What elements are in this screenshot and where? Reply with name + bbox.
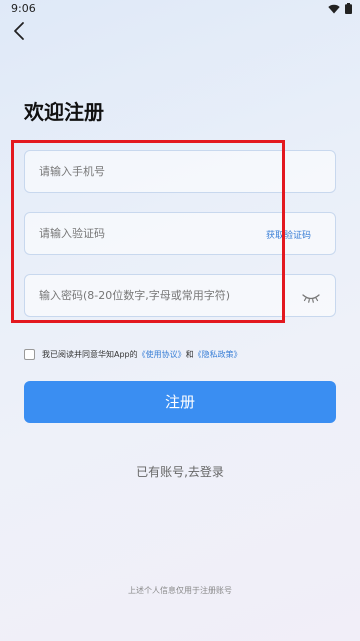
phone-field (24, 150, 336, 193)
privacy-link[interactable]: 《隐私政策》 (194, 349, 242, 360)
login-link[interactable]: 已有账号,去登录 (0, 463, 360, 480)
password-visibility-toggle[interactable] (301, 289, 321, 303)
status-bar: 9:06 (0, 0, 360, 18)
status-time: 9:06 (11, 2, 36, 15)
get-code-button[interactable]: 获取验证码 (266, 228, 311, 241)
password-field (24, 274, 336, 317)
agreement-prefix: 我已阅读并同意华知App的 (42, 350, 138, 359)
password-input[interactable] (25, 275, 335, 316)
phone-input[interactable] (25, 151, 335, 192)
footer-note: 上述个人信息仅用于注册账号 (128, 586, 232, 595)
agreement-conjunction: 和 (185, 350, 194, 359)
page-title: 欢迎注册 (24, 100, 104, 124)
terms-link[interactable]: 《使用协议》 (138, 349, 186, 360)
agreement-row: 我已阅读并同意华知App的 《使用协议》 和 《隐私政策》 (24, 349, 242, 360)
status-icons (328, 3, 352, 14)
eye-closed-icon (302, 294, 320, 303)
register-button[interactable]: 注册 (24, 381, 336, 423)
agreement-checkbox[interactable] (24, 349, 35, 360)
battery-icon (345, 3, 352, 14)
back-button[interactable] (10, 20, 30, 42)
wifi-icon (328, 4, 340, 13)
back-arrow-icon (14, 22, 24, 40)
code-field: 获取验证码 (24, 212, 336, 255)
